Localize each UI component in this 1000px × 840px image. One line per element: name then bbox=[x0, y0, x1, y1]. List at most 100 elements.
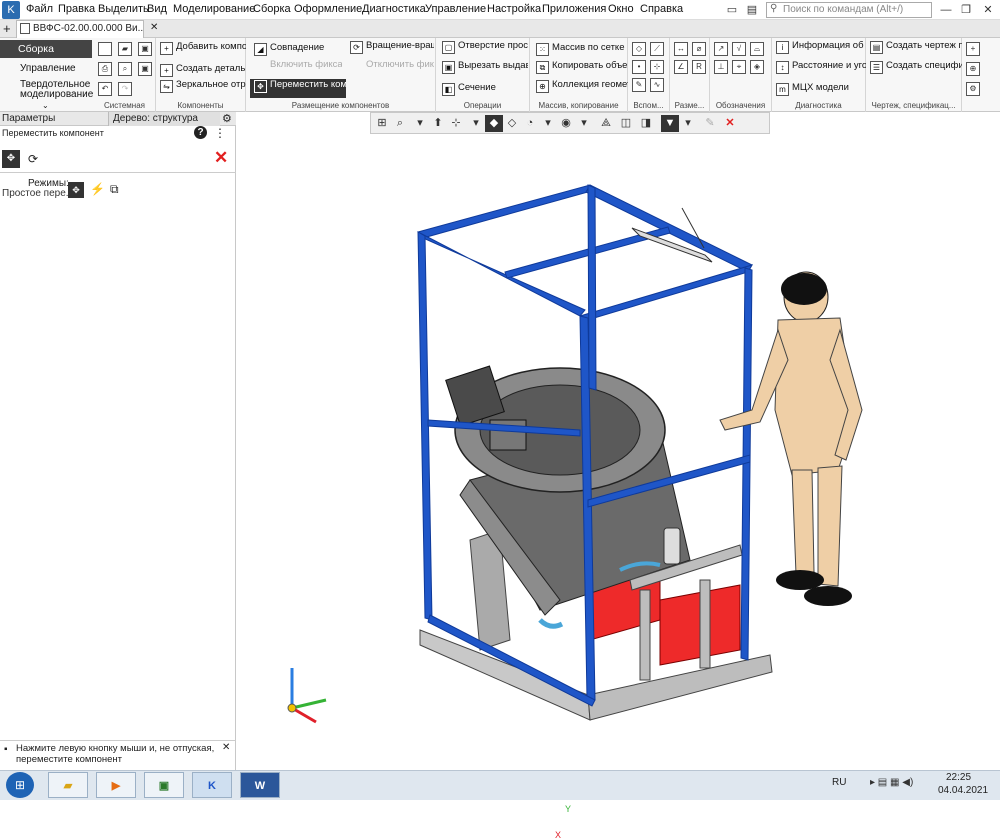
drag-mode-icon[interactable]: ⧉ bbox=[110, 182, 119, 197]
menu-view[interactable]: Вид bbox=[147, 3, 167, 15]
menu-edit[interactable]: Правка bbox=[58, 3, 95, 15]
sidebar-item-solid-modeling[interactable]: Твердотельное моделирование bbox=[0, 80, 94, 100]
coincidence-button[interactable]: ◢ Совпадение bbox=[254, 43, 344, 56]
new-file-icon[interactable] bbox=[98, 42, 112, 56]
word-icon[interactable]: W bbox=[240, 772, 280, 798]
axis-icon[interactable]: ⟋ bbox=[650, 42, 664, 56]
3d-viewport[interactable]: Z Y X bbox=[237, 112, 1000, 840]
menu-diagnostics[interactable]: Диагностика bbox=[362, 3, 426, 15]
distance-angle-button[interactable]: ↕ Расстояние и угол bbox=[776, 61, 866, 74]
close-view-icon[interactable]: ✕ bbox=[721, 115, 739, 132]
weld-icon[interactable]: ⌓ bbox=[750, 42, 764, 56]
save-all-icon[interactable]: ▣ bbox=[138, 62, 152, 76]
print-icon[interactable]: ⎙ bbox=[98, 62, 112, 76]
create-drawing-button[interactable]: ▤Создать чертеж по модели bbox=[870, 41, 962, 54]
tab-close-icon[interactable]: ✕ bbox=[150, 22, 158, 33]
menu-apps[interactable]: Приложения bbox=[542, 3, 606, 15]
geometry-collection-button[interactable]: ⊕Коллекция геометрии bbox=[536, 80, 628, 93]
object-info-button[interactable]: iИнформация об объекте bbox=[776, 41, 866, 54]
panels-icon[interactable]: ▤ bbox=[742, 2, 762, 18]
disable-fix-button[interactable]: Отключить фиксацию bbox=[366, 60, 434, 70]
media-player-icon[interactable]: ▶ bbox=[96, 772, 136, 798]
wireframe-icon[interactable]: ◇ bbox=[503, 115, 521, 132]
leader-icon[interactable]: ↗ bbox=[714, 42, 728, 56]
enable-fix-button[interactable]: Включить фиксацию bbox=[270, 60, 342, 70]
more-tools-icon-3[interactable]: ⚙ bbox=[966, 82, 980, 96]
new-tab-icon[interactable]: + bbox=[3, 21, 11, 36]
menu-modeling[interactable]: Моделирование bbox=[173, 3, 255, 15]
chevron-down-icon[interactable]: ▾ bbox=[539, 115, 557, 132]
add-component-button[interactable]: +Добавить компонент из... bbox=[160, 42, 246, 55]
mass-properties-button[interactable]: m МЦХ модели bbox=[776, 83, 866, 96]
chevron-down-icon[interactable]: ▾ bbox=[679, 115, 697, 132]
mirror-component-button[interactable]: ⇋Зеркальное отражение ко... bbox=[160, 80, 246, 93]
menu-file[interactable]: Файл bbox=[26, 3, 53, 15]
preview-icon[interactable]: ⌕ bbox=[118, 62, 132, 76]
roughness-icon[interactable]: √ bbox=[732, 42, 746, 56]
curve-icon[interactable]: ∿ bbox=[650, 78, 664, 92]
explorer-icon[interactable]: ▰ bbox=[48, 772, 88, 798]
simple-hole-button[interactable]: ▢Отверстие простое bbox=[442, 41, 528, 54]
sketch-icon[interactable]: ✎ bbox=[632, 78, 646, 92]
tree-icon[interactable]: ⋮ bbox=[214, 126, 226, 140]
dock-icon[interactable]: ⊞ bbox=[373, 115, 391, 132]
tab-tree-structure[interactable]: Дерево: структура bbox=[108, 112, 220, 126]
display-icon[interactable]: ◉ bbox=[557, 115, 575, 132]
point-icon[interactable]: • bbox=[632, 60, 646, 74]
mark-icon[interactable]: ◈ bbox=[750, 60, 764, 74]
base-icon[interactable]: ⊥ bbox=[714, 60, 728, 74]
start-button[interactable]: ⊞ bbox=[6, 772, 34, 798]
help-icon[interactable]: ? bbox=[194, 126, 207, 139]
minimize-icon[interactable]: — bbox=[936, 2, 956, 18]
clock-time[interactable]: 22:25 bbox=[946, 772, 971, 783]
menu-select[interactable]: Выделить bbox=[98, 3, 149, 15]
kompas-icon[interactable]: K bbox=[192, 772, 232, 798]
chevron-down-icon[interactable]: ▾ bbox=[411, 115, 429, 132]
sidebar-item-control[interactable]: Управление bbox=[0, 64, 92, 74]
save-icon[interactable]: ▣ bbox=[138, 42, 152, 56]
gear-icon[interactable]: ⚙ bbox=[222, 112, 232, 125]
undo-icon[interactable]: ↶ bbox=[98, 82, 112, 96]
tray-icons[interactable]: ▸ ▤ ▦ ◀) bbox=[870, 777, 913, 788]
open-folder-icon[interactable]: ▰ bbox=[118, 42, 132, 56]
copy-objects-button[interactable]: ⧉Копировать объекты bbox=[536, 61, 628, 74]
menu-assembly[interactable]: Сборка bbox=[253, 3, 291, 15]
language-indicator[interactable]: RU bbox=[832, 777, 846, 788]
tab-parameters[interactable]: Параметры bbox=[2, 113, 55, 124]
cs-icon[interactable]: ⊹ bbox=[650, 60, 664, 74]
more-tools-icon[interactable]: + bbox=[966, 42, 980, 56]
rotation-rotation-button[interactable]: ⟳Вращение-вращение bbox=[350, 41, 434, 54]
tolerance-icon[interactable]: ⌖ bbox=[732, 60, 746, 74]
linear-dim-icon[interactable]: ↔ bbox=[674, 42, 688, 56]
section-view-icon[interactable]: ◫ bbox=[617, 115, 635, 132]
zoom-icon[interactable]: ⌕ bbox=[391, 115, 409, 132]
menu-window[interactable]: Окно bbox=[608, 3, 634, 15]
terminal-icon[interactable]: ▣ bbox=[144, 772, 184, 798]
filter-icon[interactable]: ▼ bbox=[661, 115, 679, 132]
radius-icon[interactable]: R bbox=[692, 60, 706, 74]
restore-icon[interactable]: ❐ bbox=[956, 2, 976, 18]
clock-date[interactable]: 04.04.2021 bbox=[938, 785, 988, 796]
command-search-input[interactable]: Поиск по командам (Alt+/) bbox=[766, 2, 932, 18]
sidebar-item-assembly[interactable]: Сборка bbox=[0, 40, 92, 58]
cancel-command-icon[interactable]: ✕ bbox=[214, 148, 228, 168]
menu-control[interactable]: Управление bbox=[425, 3, 486, 15]
hint-close-icon[interactable]: ✕ bbox=[222, 742, 230, 753]
pencil-icon[interactable]: ✎ bbox=[701, 115, 719, 132]
angle-dim-icon[interactable]: ∠ bbox=[674, 60, 688, 74]
diameter-icon[interactable]: ⌀ bbox=[692, 42, 706, 56]
plane-icon[interactable]: ◇ bbox=[632, 42, 646, 56]
move-mode-icon[interactable]: ✥ bbox=[2, 150, 20, 168]
app-logo-icon[interactable]: K bbox=[2, 1, 20, 19]
redo-icon[interactable]: ↷ bbox=[118, 82, 132, 96]
chevron-down-icon[interactable]: ▾ bbox=[575, 115, 593, 132]
collision-mode-icon[interactable]: ⚡ bbox=[90, 182, 105, 196]
chevron-down-icon[interactable]: ▾ bbox=[467, 115, 485, 132]
rotate-mode-icon[interactable]: ⟳ bbox=[28, 152, 38, 166]
orientation-icon[interactable]: ⬆ bbox=[429, 115, 447, 132]
layout-icon[interactable]: ▭ bbox=[722, 2, 742, 18]
layers-icon[interactable]: ◨ bbox=[637, 115, 655, 132]
grid-array-button[interactable]: ⁙ Массив по сетке bbox=[536, 43, 628, 56]
more-tools-icon-2[interactable]: ⊕ bbox=[966, 62, 980, 76]
perspective-icon[interactable]: ⟁ bbox=[597, 115, 615, 132]
